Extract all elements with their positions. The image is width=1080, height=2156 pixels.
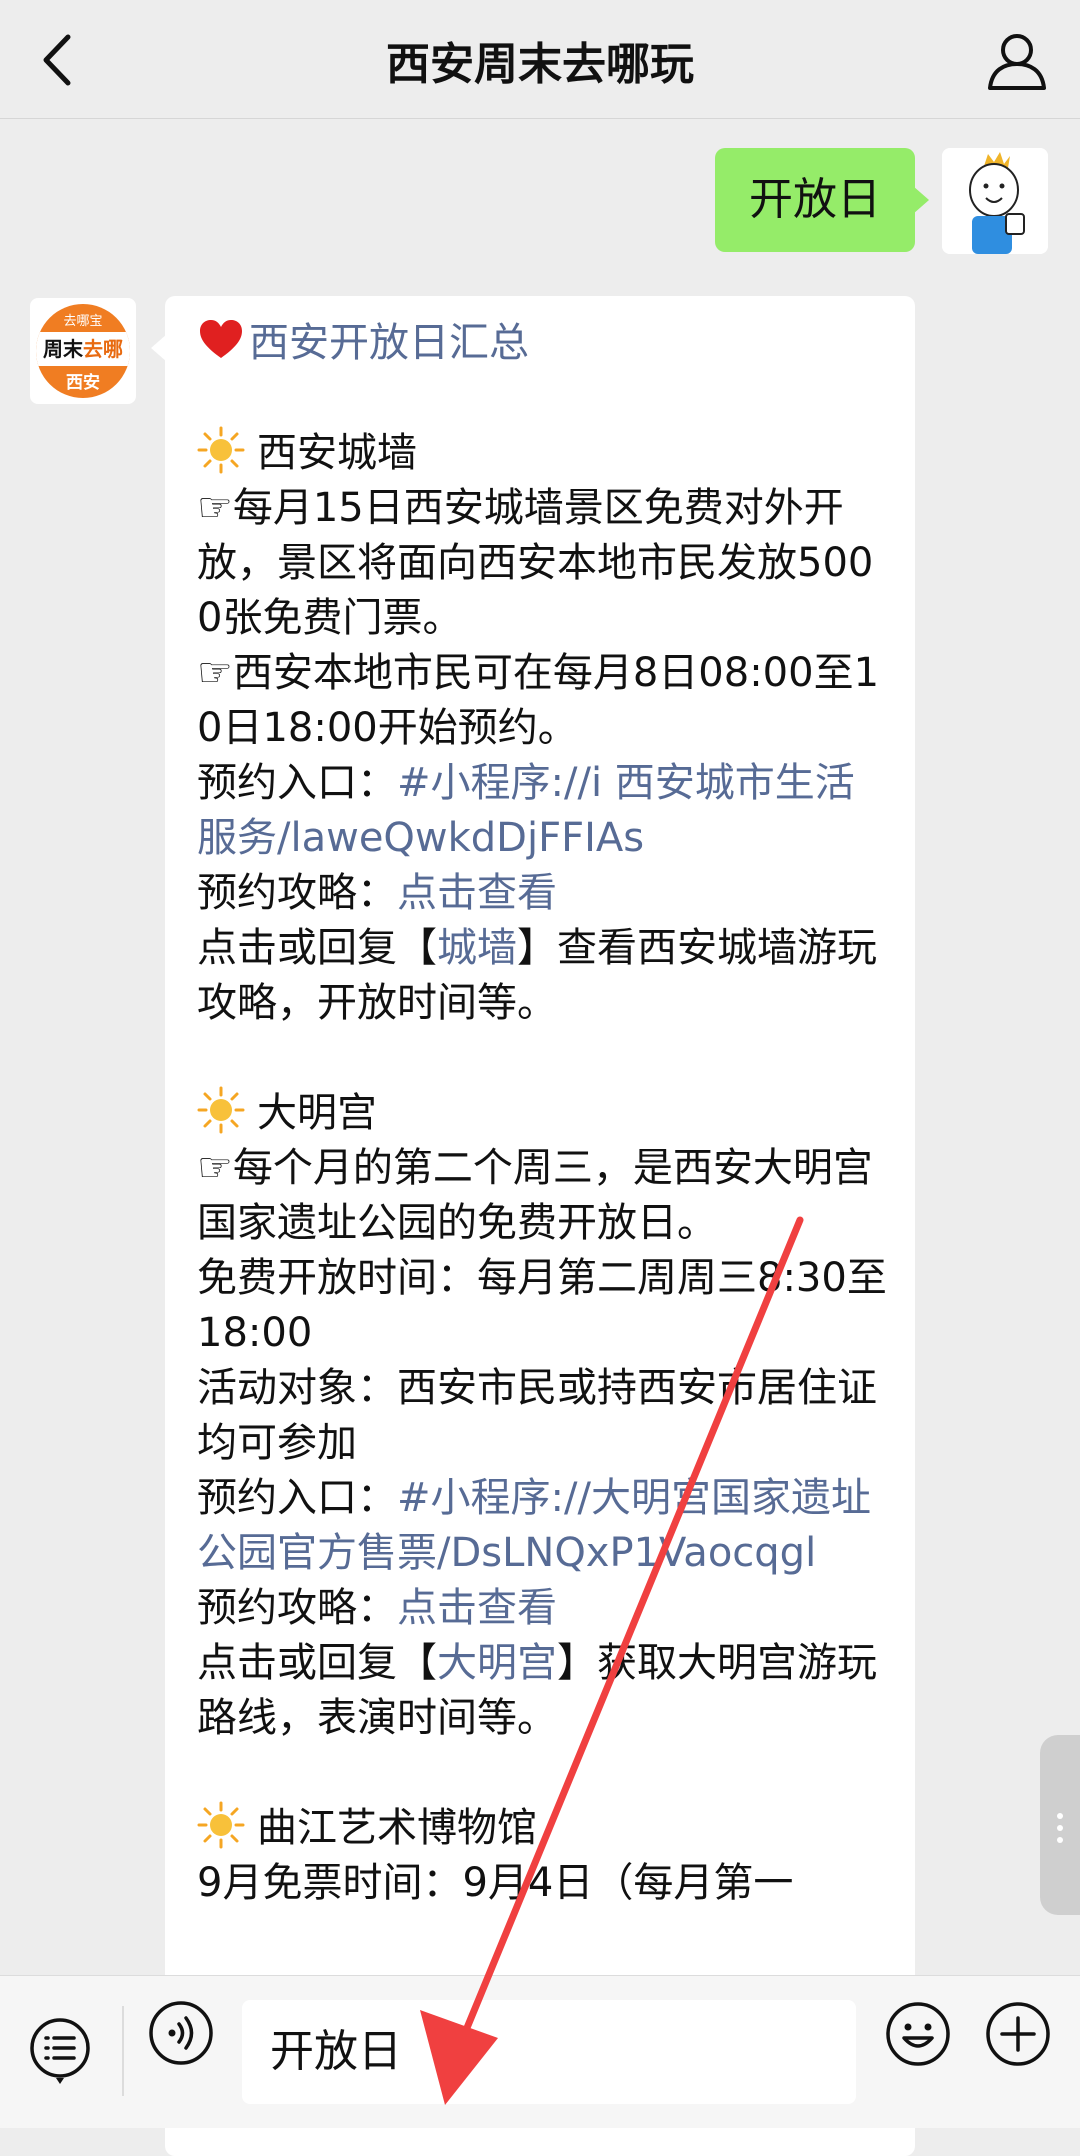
section-heading: 西安城墙 bbox=[197, 426, 887, 481]
avatar-line1: 周末 bbox=[43, 337, 83, 361]
entry-label: 预约入口： bbox=[197, 1475, 397, 1521]
section-heading-text: 曲江艺术博物馆 bbox=[257, 1805, 537, 1851]
reply-pre: 点击或回复【 bbox=[197, 925, 437, 971]
toolbar-divider bbox=[122, 2006, 124, 2096]
section-heading-text: 大明宫 bbox=[257, 1090, 377, 1136]
guide-link[interactable]: 点击查看 bbox=[397, 1585, 557, 1631]
section-heading: 曲江艺术博物馆 bbox=[197, 1801, 887, 1856]
sun-icon bbox=[197, 1086, 245, 1134]
side-drag-handle[interactable] bbox=[1040, 1735, 1080, 1915]
keyword-link[interactable]: 城墙 bbox=[437, 925, 517, 971]
avatar-top-text: 去哪宝 bbox=[63, 314, 103, 329]
avatar-band: 周末去哪 bbox=[36, 332, 130, 366]
page-title: 西安周末去哪玩 bbox=[386, 39, 694, 90]
paragraph: ☞每个月的第二个周三，是西安大明宫国家遗址公园的免费开放日。 bbox=[197, 1145, 873, 1246]
guide-link[interactable]: 点击查看 bbox=[397, 870, 557, 916]
entry-line: 预约入口：#小程序://大明宫国家遗址公园官方售票/DsLNQxP1Vaocqg… bbox=[197, 1471, 887, 1581]
menu-list-icon[interactable] bbox=[28, 2016, 92, 2086]
incoming-message-bubble: 西安开放日汇总 西安城墙 ☞每月15日西安城墙景区免费对外开放，景区将面向西安本… bbox=[151, 296, 915, 2156]
reply-line: 点击或回复【城墙】查看西安城墙游玩攻略，开放时间等。 bbox=[197, 921, 887, 1031]
cartoon-avatar-icon bbox=[942, 148, 1048, 254]
paragraph: 活动对象：西安市民或持西安市居住证均可参加 bbox=[197, 1365, 877, 1466]
navigation-bar: 西安周末去哪玩 bbox=[0, 0, 1080, 119]
voice-input-icon[interactable] bbox=[148, 2000, 214, 2066]
guide-label: 预约攻略： bbox=[197, 1585, 397, 1631]
handle-dot bbox=[1057, 1813, 1063, 1819]
reply-pre: 点击或回复【 bbox=[197, 1640, 437, 1686]
plus-icon[interactable] bbox=[984, 2000, 1052, 2068]
handle-dot bbox=[1057, 1837, 1063, 1843]
user-profile-icon[interactable] bbox=[982, 26, 1052, 96]
emoji-icon[interactable] bbox=[884, 2000, 952, 2068]
handle-dot bbox=[1057, 1825, 1063, 1831]
sun-icon bbox=[197, 1801, 245, 1849]
paragraph: 免费开放时间：每月第二周周三8:30至18:00 bbox=[197, 1255, 887, 1356]
guide-line: 预约攻略：点击查看 bbox=[197, 1581, 887, 1636]
official-account-avatar[interactable]: 去哪宝 周末去哪 西安 bbox=[30, 298, 136, 404]
avatar-line1b: 去哪 bbox=[83, 337, 123, 361]
message-title-link[interactable]: 西安开放日汇总 bbox=[249, 320, 529, 366]
paragraph: 9月免票时间：9月4日（每月第一 bbox=[197, 1860, 794, 1906]
my-avatar[interactable] bbox=[942, 148, 1048, 254]
chat-input-bar: 开放日 bbox=[0, 1975, 1080, 2128]
paragraph: ☞西安本地市民可在每月8日08:00至10日18:00开始预约。 bbox=[197, 650, 880, 751]
outgoing-message-text: 开放日 bbox=[749, 174, 881, 225]
outgoing-message-bubble[interactable]: 开放日 bbox=[715, 148, 929, 252]
entry-line: 预约入口：#小程序://i 西安城市生活服务/laweQwkdDjFFIAs bbox=[197, 756, 887, 866]
heart-icon bbox=[200, 320, 242, 358]
avatar-city: 西安 bbox=[66, 373, 100, 393]
sun-icon bbox=[197, 426, 245, 474]
paragraph: ☞每月15日西安城墙景区免费对外开放，景区将面向西安本地市民发放5000张免费门… bbox=[197, 485, 874, 641]
reply-line: 点击或回复【大明宫】获取大明宫游玩路线，表演时间等。 bbox=[197, 1636, 887, 1746]
message-title-line: 西安开放日汇总 bbox=[197, 316, 887, 371]
guide-line: 预约攻略：点击查看 bbox=[197, 866, 887, 921]
message-input[interactable]: 开放日 bbox=[242, 2000, 856, 2104]
section-heading: 大明宫 bbox=[197, 1086, 887, 1141]
section-heading-text: 西安城墙 bbox=[257, 430, 417, 476]
guide-label: 预约攻略： bbox=[197, 870, 397, 916]
avatar-logo: 去哪宝 周末去哪 西安 bbox=[36, 304, 130, 398]
keyword-link[interactable]: 大明宫 bbox=[437, 1640, 557, 1686]
message-content: 西安开放日汇总 西安城墙 ☞每月15日西安城墙景区免费对外开放，景区将面向西安本… bbox=[197, 316, 887, 1911]
entry-label: 预约入口： bbox=[197, 760, 397, 806]
